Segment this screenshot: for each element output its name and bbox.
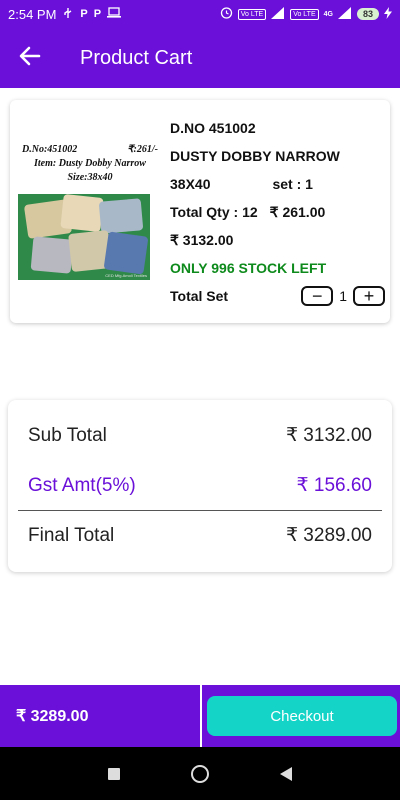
quantity-stepper: − 1 + bbox=[301, 286, 385, 306]
total-set-label: Total Set bbox=[170, 288, 229, 304]
sub-total-value: ₹ 3132.00 bbox=[285, 425, 372, 446]
battery-level: 83 bbox=[356, 8, 379, 20]
bottom-divider bbox=[200, 685, 202, 747]
charging-icon bbox=[384, 6, 392, 22]
stock-status: ONLY 996 STOCK LEFT bbox=[170, 260, 327, 276]
alarm-icon bbox=[220, 6, 233, 22]
shirt-image bbox=[30, 236, 74, 274]
parking-app-icon: P bbox=[80, 7, 88, 20]
thumbnail-item: Item: Dusty Dobby Narrow bbox=[34, 158, 146, 169]
triangle-back-icon bbox=[280, 766, 292, 781]
shirt-image bbox=[98, 198, 144, 234]
laptop-icon bbox=[107, 7, 122, 21]
recents-button[interactable] bbox=[103, 763, 125, 785]
qty-price-row: Total Qty : 12 ₹ 261.00 bbox=[170, 198, 385, 226]
order-summary-card: Sub Total ₹ 3132.00 Gst Amt(5%) ₹ 156.60… bbox=[8, 400, 392, 572]
product-set: set : 1 bbox=[272, 176, 313, 192]
thumbnail-dno: D.No:451002 bbox=[22, 144, 78, 155]
thumbnail-watermark: CED Mfg.Amoli Textiles bbox=[105, 273, 147, 278]
app-bar: Product Cart bbox=[0, 28, 400, 88]
thumbnail-caption: D.No:451002 ₹:261/- Item: Dusty Dobby Na… bbox=[18, 142, 162, 194]
checkout-button[interactable]: Checkout bbox=[207, 696, 397, 736]
bottom-total: ₹ 3289.00 bbox=[16, 708, 89, 725]
increase-button[interactable]: + bbox=[353, 286, 385, 306]
decrease-button[interactable]: − bbox=[301, 286, 334, 306]
product-dno: D.NO 451002 bbox=[170, 120, 256, 136]
unit-price: ₹ 261.00 bbox=[269, 203, 326, 220]
shirt-image bbox=[60, 194, 104, 232]
network-type: 4G bbox=[323, 10, 333, 18]
cart-item-card: D.No:451002 ₹:261/- Item: Dusty Dobby Na… bbox=[10, 100, 390, 323]
status-left: 2:54 PM P P bbox=[8, 6, 122, 22]
sub-total-label: Sub Total bbox=[28, 424, 107, 446]
circle-icon bbox=[191, 764, 209, 783]
shirt-image bbox=[103, 231, 149, 275]
thumbnail-size: Size:38x40 bbox=[67, 172, 113, 183]
final-total-value: ₹ 3289.00 bbox=[285, 525, 372, 546]
total-set-row: Total Set − 1 + bbox=[170, 282, 385, 310]
volte-icon: Vo LTE bbox=[290, 8, 319, 20]
square-icon bbox=[108, 767, 120, 780]
item-amount: ₹ 3132.00 bbox=[170, 231, 234, 248]
status-bar: 2:54 PM P P Vo LTE Vo LTE 4G 83 bbox=[0, 0, 400, 28]
quantity-value: 1 bbox=[339, 288, 347, 304]
status-time: 2:54 PM bbox=[8, 6, 57, 22]
final-total-label: Final Total bbox=[28, 524, 115, 546]
signal-icon bbox=[271, 6, 285, 22]
parking-app-icon: P bbox=[93, 7, 102, 20]
final-total-row: Final Total ₹ 3289.00 bbox=[28, 524, 372, 547]
checkout-bar: ₹ 3289.00 Checkout bbox=[0, 685, 400, 747]
system-back-button[interactable] bbox=[275, 763, 297, 785]
signal-icon bbox=[337, 6, 352, 22]
sub-total-row: Sub Total ₹ 3132.00 bbox=[28, 424, 372, 447]
volte-icon: Vo LTE bbox=[237, 8, 267, 20]
home-button[interactable] bbox=[189, 763, 211, 785]
product-size: 38X40 bbox=[170, 176, 211, 192]
gst-value: ₹ 156.60 bbox=[296, 475, 372, 496]
size-set-row: 38X40 set : 1 bbox=[170, 170, 385, 198]
page-title: Product Cart bbox=[80, 46, 193, 69]
status-right: Vo LTE Vo LTE 4G 83 bbox=[220, 6, 392, 22]
gst-row: Gst Amt(5%) ₹ 156.60 bbox=[28, 474, 372, 497]
back-button[interactable] bbox=[0, 28, 60, 88]
summary-divider bbox=[18, 510, 382, 511]
thumbnail-price: ₹:261/- bbox=[127, 144, 158, 155]
arrow-left-icon bbox=[19, 45, 41, 72]
usb-icon bbox=[62, 7, 74, 22]
product-thumbnail[interactable]: D.No:451002 ₹:261/- Item: Dusty Dobby Na… bbox=[18, 142, 162, 280]
system-nav-bar bbox=[0, 747, 400, 800]
product-info: D.NO 451002 DUSTY DOBBY NARROW 38X40 set… bbox=[170, 114, 385, 310]
gst-label: Gst Amt(5%) bbox=[28, 474, 136, 496]
product-photo: CED Mfg.Amoli Textiles bbox=[18, 194, 150, 280]
total-qty: Total Qty : 12 bbox=[170, 204, 258, 220]
product-name: DUSTY DOBBY NARROW bbox=[170, 148, 340, 164]
